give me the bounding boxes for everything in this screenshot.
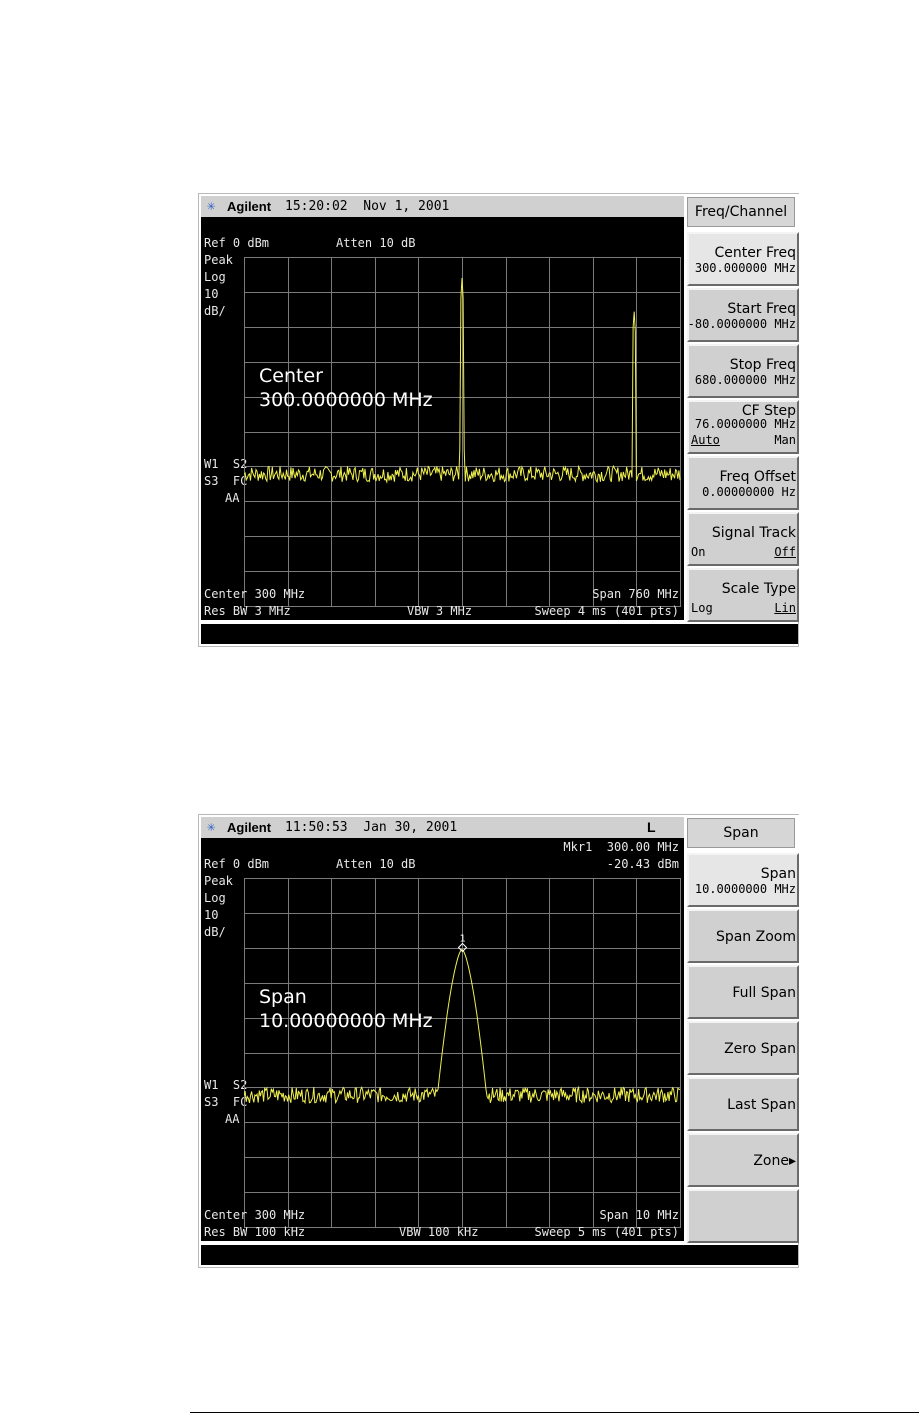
softkey-freq-offset[interactable]: Freq Offset 0.00000000 Hz xyxy=(687,456,799,510)
softkey-full-span[interactable]: Full Span xyxy=(687,965,799,1019)
softkey-value: 76.0000000 MHz xyxy=(694,417,796,431)
scale-unit: dB/ xyxy=(204,304,226,318)
center-readout: Center 300 MHz xyxy=(204,587,306,601)
span-readout: Span 10 MHz xyxy=(599,1208,679,1222)
softkey-center-freq[interactable]: Center Freq 300.000000 MHz xyxy=(687,232,799,286)
attenuation: Atten 10 dB xyxy=(336,857,416,871)
softkey-cf-step[interactable]: CF Step 76.0000000 MHz Auto Man xyxy=(687,400,799,454)
vbw-readout: VBW 100 kHz xyxy=(399,1225,479,1239)
rbw-readout: Res BW 3 MHz xyxy=(204,604,291,618)
softkey-value: 10.0000000 MHz xyxy=(694,882,796,896)
scale-value: 10 xyxy=(204,908,219,922)
trace-display: Ref 0 dBm Atten 10 dB Peak Log 10 dB/ W1… xyxy=(201,217,684,620)
marker-amplitude: -20.43 dBm xyxy=(606,857,679,871)
softkey-label: Full Span xyxy=(732,985,796,1001)
softkey-label: Freq Offset xyxy=(719,469,797,485)
softkey-label: Zero Span xyxy=(724,1041,796,1057)
softkey-value: 0.00000000 Hz xyxy=(702,485,796,499)
graticule: 1 xyxy=(244,878,681,1228)
softkey-zero-span[interactable]: Zero Span xyxy=(687,1021,799,1075)
trace-flag-1: W1 S2 xyxy=(204,1078,248,1092)
vbw-readout: VBW 3 MHz xyxy=(407,604,473,618)
brand-label: Agilent xyxy=(227,199,272,214)
active-function-label: Center xyxy=(259,365,323,387)
trace-flag-3: AA xyxy=(225,1112,240,1126)
trace-flag-2: S3 FC xyxy=(204,1095,248,1109)
trace-flag-2: S3 FC xyxy=(204,474,248,488)
softkey-menu: Freq/Channel Center Freq 300.000000 MHz … xyxy=(685,194,799,622)
softkey-start-freq[interactable]: Start Freq -80.0000000 MHz xyxy=(687,288,799,342)
softkey-label: Scale Type xyxy=(721,581,796,597)
span-readout: Span 760 MHz xyxy=(592,587,679,601)
softkey-label: Span Zoom xyxy=(715,929,796,945)
local-indicator: L xyxy=(647,819,656,835)
softkey-label: Signal Track xyxy=(711,525,796,541)
rbw-readout: Res BW 100 kHz xyxy=(204,1225,306,1239)
softkey-zone[interactable]: Zone▸ xyxy=(687,1133,799,1187)
menu-title: Freq/Channel xyxy=(687,197,795,227)
softkey-label: Stop Freq xyxy=(729,357,796,373)
agilent-logo-icon: ✳ xyxy=(207,819,216,835)
detector-label: Peak xyxy=(204,253,233,267)
agilent-logo-icon: ✳ xyxy=(207,198,216,214)
clock-readout: 15:20:02 Nov 1, 2001 xyxy=(285,199,450,214)
ref-level: Ref 0 dBm xyxy=(204,857,270,871)
active-function-value: 10.00000000 MHz xyxy=(259,1010,433,1032)
ref-level: Ref 0 dBm xyxy=(204,236,270,250)
softkey-span[interactable]: Span 10.0000000 MHz xyxy=(687,853,799,907)
analyzer-screen-freq: ✳ Agilent 15:20:02 Nov 1, 2001 Ref 0 dBm… xyxy=(198,193,799,647)
brand-label: Agilent xyxy=(227,820,272,835)
softkey-label: Center Freq xyxy=(714,245,796,261)
trace-display: Mkr1 300.00 MHz -20.43 dBm Ref 0 dBm Att… xyxy=(201,838,684,1241)
softkey-blank[interactable] xyxy=(687,1189,799,1243)
title-bar: ✳ Agilent 15:20:02 Nov 1, 2001 xyxy=(201,196,684,217)
title-bar: ✳ Agilent 11:50:53 Jan 30, 2001 L xyxy=(201,817,684,838)
softkey-option-lin: Lin xyxy=(774,601,796,615)
center-readout: Center 300 MHz xyxy=(204,1208,306,1222)
marker-number: 1 xyxy=(460,934,466,945)
graticule xyxy=(244,257,681,607)
detector-label: Peak xyxy=(204,874,233,888)
attenuation: Atten 10 dB xyxy=(336,236,416,250)
softkey-signal-track[interactable]: Signal Track On Off xyxy=(687,512,799,566)
softkey-label: Last Span xyxy=(727,1097,796,1113)
scale-type-label: Log xyxy=(204,891,226,905)
trace-flag-1: W1 S2 xyxy=(204,457,248,471)
sweep-readout: Sweep 4 ms (401 pts) xyxy=(534,604,680,618)
sweep-readout: Sweep 5 ms (401 pts) xyxy=(534,1225,680,1239)
softkey-last-span[interactable]: Last Span xyxy=(687,1077,799,1131)
softkey-menu: Span Span 10.0000000 MHz Span Zoom Full … xyxy=(685,815,799,1243)
softkey-stop-freq[interactable]: Stop Freq 680.000000 MHz xyxy=(687,344,799,398)
softkey-scale-type[interactable]: Scale Type Log Lin xyxy=(687,568,799,622)
softkey-option-auto: Auto xyxy=(691,433,720,447)
marker-frequency: Mkr1 300.00 MHz xyxy=(563,840,679,854)
menu-title: Span xyxy=(687,818,795,848)
status-message-bar xyxy=(201,1245,798,1265)
softkey-label: Start Freq xyxy=(727,301,796,317)
softkey-option-log: Log xyxy=(691,601,713,615)
softkey-label: Span xyxy=(760,866,796,882)
clock-readout: 11:50:53 Jan 30, 2001 xyxy=(285,820,458,835)
softkey-span-zoom[interactable]: Span Zoom xyxy=(687,909,799,963)
softkey-option-man: Man xyxy=(774,433,796,447)
scale-type-label: Log xyxy=(204,270,226,284)
active-function-label: Span xyxy=(259,986,307,1008)
softkey-value: 680.000000 MHz xyxy=(694,373,796,387)
scale-unit: dB/ xyxy=(204,925,226,939)
trace-flag-3: AA xyxy=(225,491,240,505)
status-message-bar xyxy=(201,624,798,644)
scale-value: 10 xyxy=(204,287,219,301)
softkey-option-on: On xyxy=(691,545,706,559)
softkey-option-off: Off xyxy=(774,545,796,559)
softkey-value: 300.000000 MHz xyxy=(694,261,796,275)
active-function-value: 300.0000000 MHz xyxy=(259,389,433,411)
softkey-value: -80.0000000 MHz xyxy=(687,317,796,331)
softkey-label: Zone▸ xyxy=(753,1153,796,1169)
analyzer-screen-span: ✳ Agilent 11:50:53 Jan 30, 2001 L Mkr1 3… xyxy=(198,814,799,1268)
